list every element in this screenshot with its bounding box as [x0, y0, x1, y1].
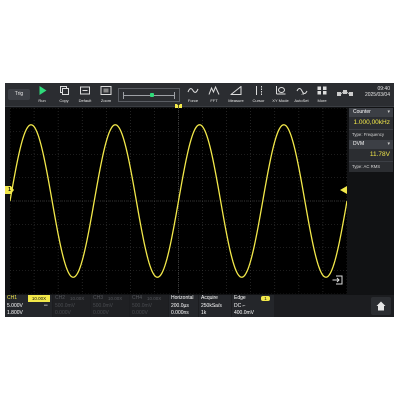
- ch3-name: CH3: [93, 295, 104, 301]
- edge-header: Edge 1: [232, 295, 274, 302]
- ch1-header: CH1 10.00X: [5, 295, 52, 302]
- default-button[interactable]: Default: [75, 83, 95, 106]
- copy-label: Copy: [59, 98, 69, 103]
- ch4-probe: 10.00X: [147, 296, 162, 301]
- ch2-settings[interactable]: CH2 10.00X 500.0mV 0.000V: [53, 295, 90, 317]
- chevron-down-icon: ▾: [387, 109, 390, 115]
- counter-value: 1.000,00kHz: [349, 117, 393, 130]
- ch4-scale: 500.0mV: [132, 303, 153, 309]
- dc-coupling-icon: ═: [44, 303, 48, 309]
- horizontal-timebase: 200.0µs: [171, 303, 189, 309]
- trigger-position-marker[interactable]: [150, 93, 154, 97]
- more-button[interactable]: More: [312, 83, 332, 106]
- xy-mode-icon: [275, 86, 285, 95]
- ch1-probe: 10.00X: [28, 295, 50, 302]
- dvm-header: DVM ▾: [349, 140, 393, 149]
- toolbar: Trig Run Copy Default Zoom Force FFT Mea…: [5, 83, 394, 107]
- dvm-value: 11.78V: [349, 149, 393, 162]
- autoset-label: AutoSet: [294, 98, 309, 103]
- ch4-settings[interactable]: CH4 10.00X 500.0mV 0.000V: [130, 295, 168, 317]
- waveform-display[interactable]: [10, 108, 347, 294]
- horizontal-settings[interactable]: Horizontal 200.0µs 0.000ns: [169, 295, 198, 317]
- default-label: Default: [78, 98, 92, 103]
- zoom-button[interactable]: Zoom: [96, 83, 116, 106]
- measure-label: Measure: [228, 98, 244, 103]
- exit-icon[interactable]: [332, 275, 343, 285]
- ch3-header: CH3 10.00X: [91, 295, 129, 302]
- zoom-icon: [100, 86, 112, 95]
- home-icon: [376, 301, 386, 311]
- ch3-offset: 0.000V: [93, 310, 109, 316]
- ch3-settings[interactable]: CH3 10.00X 500.0mV 0.000V: [91, 295, 129, 317]
- trigger-edge-settings[interactable]: Edge 1 DC ⌐ 400.0mV: [232, 295, 274, 317]
- xy-mode-button[interactable]: XY Mode: [270, 83, 291, 106]
- edge-source: 1: [261, 296, 270, 301]
- grid-menu-icon: [317, 86, 327, 95]
- ch1-settings[interactable]: CH1 10.00X 5.000V 1.800V ═: [5, 295, 52, 317]
- force-label: Force: [187, 98, 199, 103]
- ch2-offset: 0.000V: [55, 310, 71, 316]
- acquire-rate: 250kSa/s: [201, 303, 222, 309]
- oscilloscope-screen: Trig Run Copy Default Zoom Force FFT Mea…: [5, 83, 394, 317]
- acquire-depth: 1k: [201, 310, 207, 316]
- zoom-label: Zoom: [100, 98, 112, 103]
- edge-level: 400.0mV: [234, 310, 255, 316]
- counter-panel[interactable]: Counter ▾ 1.000,00kHz Type: Frequency: [349, 108, 393, 140]
- run-label: Run: [38, 98, 46, 103]
- ch3-scale: 500.0mV: [93, 303, 114, 309]
- network-icon: [337, 90, 353, 96]
- ch4-name: CH4: [132, 295, 143, 301]
- counter-title: Counter: [353, 109, 371, 115]
- copy-icon: [60, 86, 69, 95]
- cursor-button[interactable]: Cursor: [248, 83, 269, 106]
- ch3-probe: 10.00X: [108, 296, 123, 301]
- copy-button[interactable]: Copy: [54, 83, 74, 106]
- ch2-header: CH2 10.00X: [53, 295, 90, 302]
- clock-date: 2025/03/04: [364, 92, 390, 98]
- ch2-probe: 10.00X: [70, 296, 85, 301]
- default-icon: [80, 86, 90, 95]
- chevron-down-icon: ▾: [387, 141, 390, 147]
- run-button[interactable]: Run: [32, 83, 52, 106]
- fft-button[interactable]: FFT: [204, 83, 224, 106]
- dvm-title: DVM: [353, 141, 365, 147]
- timebase-position-bar[interactable]: [118, 88, 180, 102]
- ch2-scale: 500.0mV: [55, 303, 76, 309]
- force-trigger-icon: [187, 88, 199, 93]
- horizontal-delay: 0.000ns: [171, 310, 189, 316]
- rising-edge-icon: ⌐: [242, 303, 246, 309]
- ch1-scale: 5.000V: [7, 303, 23, 309]
- xy-mode-label: XY Mode: [272, 98, 289, 103]
- dvm-panel[interactable]: DVM ▾ 11.78V Type: AC RMS: [349, 140, 393, 172]
- more-label: More: [317, 98, 327, 103]
- ch1-name: CH1: [7, 295, 18, 301]
- ch4-offset: 0.000V: [132, 310, 148, 316]
- bottom-status-bar: CH1 10.00X 5.000V 1.800V ═ CH2 10.00X 50…: [5, 295, 394, 317]
- counter-header: Counter ▾: [349, 108, 393, 117]
- trig-button[interactable]: Trig: [8, 89, 30, 100]
- ch4-header: CH4 10.00X: [130, 295, 168, 302]
- cursor-icon: [255, 86, 262, 95]
- play-icon: [39, 86, 47, 95]
- clock: 09:40 2025/03/04: [365, 86, 390, 98]
- force-button[interactable]: Force: [183, 83, 203, 106]
- dvm-type: Type: AC RMS: [352, 164, 381, 169]
- acquire-settings[interactable]: Acquire 250kSa/s 1k: [199, 295, 231, 317]
- edge-title: Edge: [234, 295, 246, 301]
- measure-button[interactable]: Measure: [225, 83, 247, 106]
- home-button[interactable]: [371, 297, 391, 315]
- autoset-icon: A: [296, 88, 307, 95]
- edge-coupling: DC: [234, 303, 242, 309]
- horizontal-title: Horizontal: [171, 295, 194, 301]
- ch2-name: CH2: [55, 295, 66, 301]
- cursor-label: Cursor: [252, 98, 265, 103]
- counter-type: Type: Frequency: [352, 132, 385, 137]
- measure-icon: [230, 86, 242, 95]
- fft-label: FFT: [210, 98, 218, 103]
- fft-icon: [208, 86, 220, 95]
- ch1-offset: 1.800V: [7, 310, 23, 316]
- acquire-title: Acquire: [201, 295, 218, 301]
- autoset-button[interactable]: A AutoSet: [291, 83, 312, 106]
- svg-text:A: A: [301, 91, 304, 95]
